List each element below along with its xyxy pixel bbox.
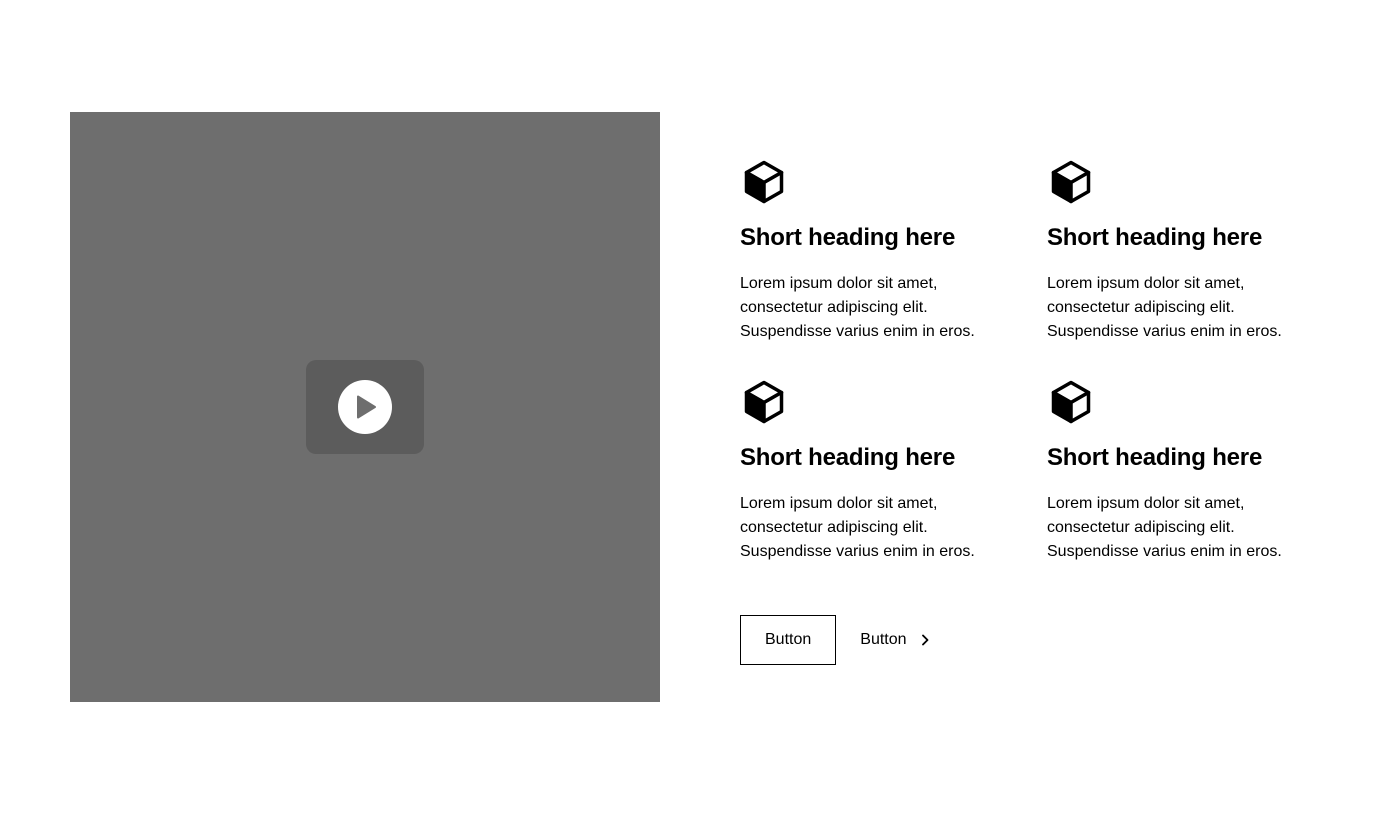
feature-grid: Short heading here Lorem ipsum dolor sit… xyxy=(740,158,1350,564)
feature-item: Short heading here Lorem ipsum dolor sit… xyxy=(1047,158,1350,344)
feature-item: Short heading here Lorem ipsum dolor sit… xyxy=(1047,378,1350,564)
feature-item: Short heading here Lorem ipsum dolor sit… xyxy=(740,158,1047,344)
primary-button[interactable]: Button xyxy=(740,615,837,665)
feature-text: Lorem ipsum dolor sit amet, consectetur … xyxy=(1047,495,1282,560)
feature-heading: Short heading here xyxy=(1047,444,1263,471)
cube-icon xyxy=(744,160,784,204)
chevron-right-icon xyxy=(921,634,928,646)
cube-icon xyxy=(744,380,784,424)
feature-heading: Short heading here xyxy=(740,224,956,251)
feature-text: Lorem ipsum dolor sit amet, consectetur … xyxy=(740,495,975,560)
feature-heading: Short heading here xyxy=(740,444,956,471)
secondary-button[interactable]: Button xyxy=(860,615,932,665)
feature-item: Short heading here Lorem ipsum dolor sit… xyxy=(740,378,1047,564)
feature-heading: Short heading here xyxy=(1047,224,1263,251)
play-icon xyxy=(357,395,376,419)
feature-text: Lorem ipsum dolor sit amet, consectetur … xyxy=(740,275,975,340)
cube-icon xyxy=(1051,380,1091,424)
secondary-button-label: Button xyxy=(860,631,907,648)
cube-icon xyxy=(1051,160,1091,204)
button-group: Button Button xyxy=(740,615,933,665)
play-circle xyxy=(338,380,392,434)
layout-section: Short heading here Lorem ipsum dolor sit… xyxy=(0,0,1400,814)
feature-text: Lorem ipsum dolor sit amet, consectetur … xyxy=(1047,275,1282,340)
play-button[interactable] xyxy=(306,360,424,454)
video-placeholder xyxy=(70,112,660,702)
